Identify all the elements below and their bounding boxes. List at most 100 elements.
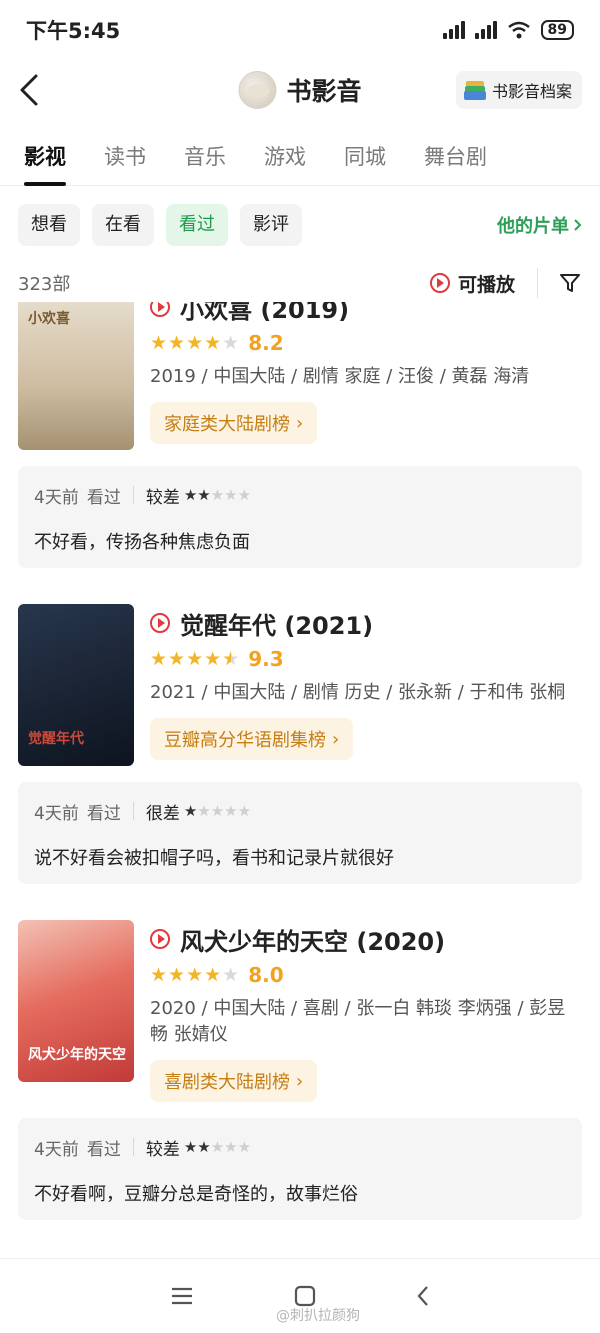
filter-watching[interactable]: 在看	[92, 204, 154, 246]
movie-poster[interactable]: 风犬少年的天空	[18, 920, 134, 1082]
movie-meta: 2021 / 中国大陆 / 剧情 历史 / 张永新 / 于和伟 张桐	[150, 682, 566, 703]
count-row: 323部 可播放	[0, 258, 600, 308]
his-lists-link[interactable]: 他的片单	[497, 212, 582, 238]
review-level: 较差	[145, 487, 180, 508]
play-icon	[150, 613, 170, 633]
review-card[interactable]: 4天前 看过 较差 ★★★★★ 不好看啊，豆瓣分总是奇怪的，故事烂俗	[18, 1118, 582, 1220]
filter-want[interactable]: 想看	[18, 204, 80, 246]
movie-title[interactable]: 觉醒年代 (2021)	[150, 604, 582, 642]
chevron-right-icon: ›	[332, 728, 340, 750]
page-header: 书影音	[238, 71, 362, 109]
tab-film[interactable]: 影视	[24, 128, 66, 186]
filter-row: 想看 在看 看过 影评 他的片单	[0, 186, 600, 252]
review-stars: ★★★★★	[183, 486, 252, 504]
list-item[interactable]: 觉醒年代 觉醒年代 (2021) ★★★★★ 9.3 2021 / 中国大陆 /…	[0, 604, 600, 884]
category-tabs: 影视 读书 音乐 游戏 同城 舞台剧	[0, 128, 600, 186]
rating-stars: ★★★★★	[150, 964, 241, 986]
wifi-icon	[507, 21, 530, 39]
status-icons: 89	[442, 20, 574, 40]
top-nav-bar: 书影音 书影音档案	[0, 60, 600, 120]
movie-card[interactable]: 小欢喜 小欢喜 (2019) ★★★★★ 8.2 2019 / 中国大陆 / 剧…	[18, 302, 582, 450]
rating-score: 8.2	[248, 331, 284, 355]
list-item[interactable]: 风犬少年的天空 风犬少年的天空 (2020) ★★★★★ 8.0 2020 / …	[0, 920, 600, 1220]
chevron-right-icon: ›	[296, 1070, 304, 1092]
review-time: 4天前	[34, 1139, 79, 1160]
watermark: @刺扒拉颜狗	[276, 1308, 360, 1324]
review-stars: ★★★★★	[183, 1138, 252, 1156]
play-icon	[150, 302, 170, 317]
movie-info: 小欢喜 (2019) ★★★★★ 8.2 2019 / 中国大陆 / 剧情 家庭…	[150, 302, 582, 450]
movie-meta: 2020 / 中国大陆 / 喜剧 / 张一白 韩琰 李炳强 / 彭昱畅 张婧仪	[150, 998, 566, 1045]
play-icon	[150, 929, 170, 949]
system-nav-bar: @刺扒拉颜狗	[0, 1258, 600, 1333]
review-stars: ★★★★★	[183, 802, 252, 820]
watched-list[interactable]: 小欢喜 小欢喜 (2019) ★★★★★ 8.2 2019 / 中国大陆 / 剧…	[0, 302, 600, 1258]
review-status: 看过	[86, 487, 121, 508]
rating-score: 8.0	[248, 963, 284, 987]
filter-icon[interactable]	[558, 271, 582, 295]
movie-meta: 2019 / 中国大陆 / 剧情 家庭 / 汪俊 / 黄磊 海清	[150, 366, 530, 387]
review-time: 4天前	[34, 487, 79, 508]
rating-stars: ★★★★★	[150, 332, 241, 354]
chevron-right-icon	[574, 219, 582, 231]
movie-poster[interactable]: 小欢喜	[18, 302, 134, 450]
rating-score: 9.3	[248, 647, 284, 671]
review-card[interactable]: 4天前 看过 较差 ★★★★★ 不好看，传扬各种焦虑负面	[18, 466, 582, 568]
chevron-left-icon	[20, 74, 38, 106]
archive-button[interactable]: 书影音档案	[455, 71, 582, 109]
divider	[132, 802, 134, 820]
movie-title-text: 风犬少年的天空 (2020)	[180, 927, 446, 956]
review-level: 较差	[145, 1139, 180, 1160]
rating-row: ★★★★★ 9.3	[150, 644, 582, 674]
rank-chip[interactable]: 家庭类大陆剧榜 ›	[150, 402, 318, 444]
review-status: 看过	[86, 1139, 121, 1160]
menu-icon[interactable]	[170, 1286, 194, 1306]
poster-title: 小欢喜	[28, 311, 70, 327]
movie-card[interactable]: 风犬少年的天空 风犬少年的天空 (2020) ★★★★★ 8.0 2020 / …	[18, 920, 582, 1102]
rank-label: 家庭类大陆剧榜	[164, 414, 290, 435]
movie-title-text: 小欢喜 (2019)	[180, 302, 350, 324]
rank-chip[interactable]: 喜剧类大陆剧榜 ›	[150, 1060, 318, 1102]
movie-info: 觉醒年代 (2021) ★★★★★ 9.3 2021 / 中国大陆 / 剧情 历…	[150, 604, 582, 766]
playable-toggle[interactable]: 可播放	[429, 268, 538, 298]
rating-row: ★★★★★ 8.0	[150, 960, 582, 990]
home-icon[interactable]	[294, 1285, 316, 1307]
back-nav-icon[interactable]	[416, 1285, 430, 1307]
tab-books[interactable]: 读书	[104, 128, 146, 186]
movie-title[interactable]: 风犬少年的天空 (2020)	[150, 920, 582, 958]
tab-music[interactable]: 音乐	[184, 128, 226, 186]
filter-watched[interactable]: 看过	[166, 204, 228, 246]
rank-chip[interactable]: 豆瓣高分华语剧集榜 ›	[150, 718, 354, 760]
movie-title[interactable]: 小欢喜 (2019)	[150, 302, 582, 326]
back-button[interactable]	[18, 68, 62, 112]
tab-games[interactable]: 游戏	[264, 128, 306, 186]
his-lists-label: 他的片单	[497, 216, 569, 237]
review-card[interactable]: 4天前 看过 很差 ★★★★★ 说不好看会被扣帽子吗，看书和记录片就很好	[18, 782, 582, 884]
avatar[interactable]	[238, 71, 277, 109]
status-bar: 下午5:45 89	[0, 0, 600, 60]
review-header: 4天前 看过 较差 ★★★★★	[34, 482, 566, 508]
tab-local[interactable]: 同城	[344, 128, 386, 186]
movie-info: 风犬少年的天空 (2020) ★★★★★ 8.0 2020 / 中国大陆 / 喜…	[150, 920, 582, 1102]
review-level: 很差	[145, 803, 180, 824]
play-icon	[429, 273, 450, 293]
list-item[interactable]: 小欢喜 小欢喜 (2019) ★★★★★ 8.2 2019 / 中国大陆 / 剧…	[0, 302, 600, 568]
item-count: 323部	[18, 274, 71, 295]
review-text: 说不好看会被扣帽子吗，看书和记录片就很好	[34, 848, 394, 869]
review-text: 不好看啊，豆瓣分总是奇怪的，故事烂俗	[34, 1184, 358, 1205]
tab-stage[interactable]: 舞台剧	[424, 128, 487, 186]
review-status: 看过	[86, 803, 121, 824]
divider	[132, 486, 134, 504]
review-text: 不好看，传扬各种焦虑负面	[34, 532, 250, 553]
chevron-right-icon: ›	[296, 412, 304, 434]
movie-card[interactable]: 觉醒年代 觉醒年代 (2021) ★★★★★ 9.3 2021 / 中国大陆 /…	[18, 604, 582, 766]
playable-label: 可播放	[457, 273, 515, 296]
movie-title-text: 觉醒年代 (2021)	[180, 611, 374, 640]
signal-icon-2	[474, 21, 497, 39]
archive-icon	[463, 79, 486, 101]
movie-poster[interactable]: 觉醒年代	[18, 604, 134, 766]
filter-reviews[interactable]: 影评	[240, 204, 302, 246]
rank-label: 喜剧类大陆剧榜	[164, 1072, 290, 1093]
review-header: 4天前 看过 很差 ★★★★★	[34, 798, 566, 824]
rating-row: ★★★★★ 8.2	[150, 328, 582, 358]
